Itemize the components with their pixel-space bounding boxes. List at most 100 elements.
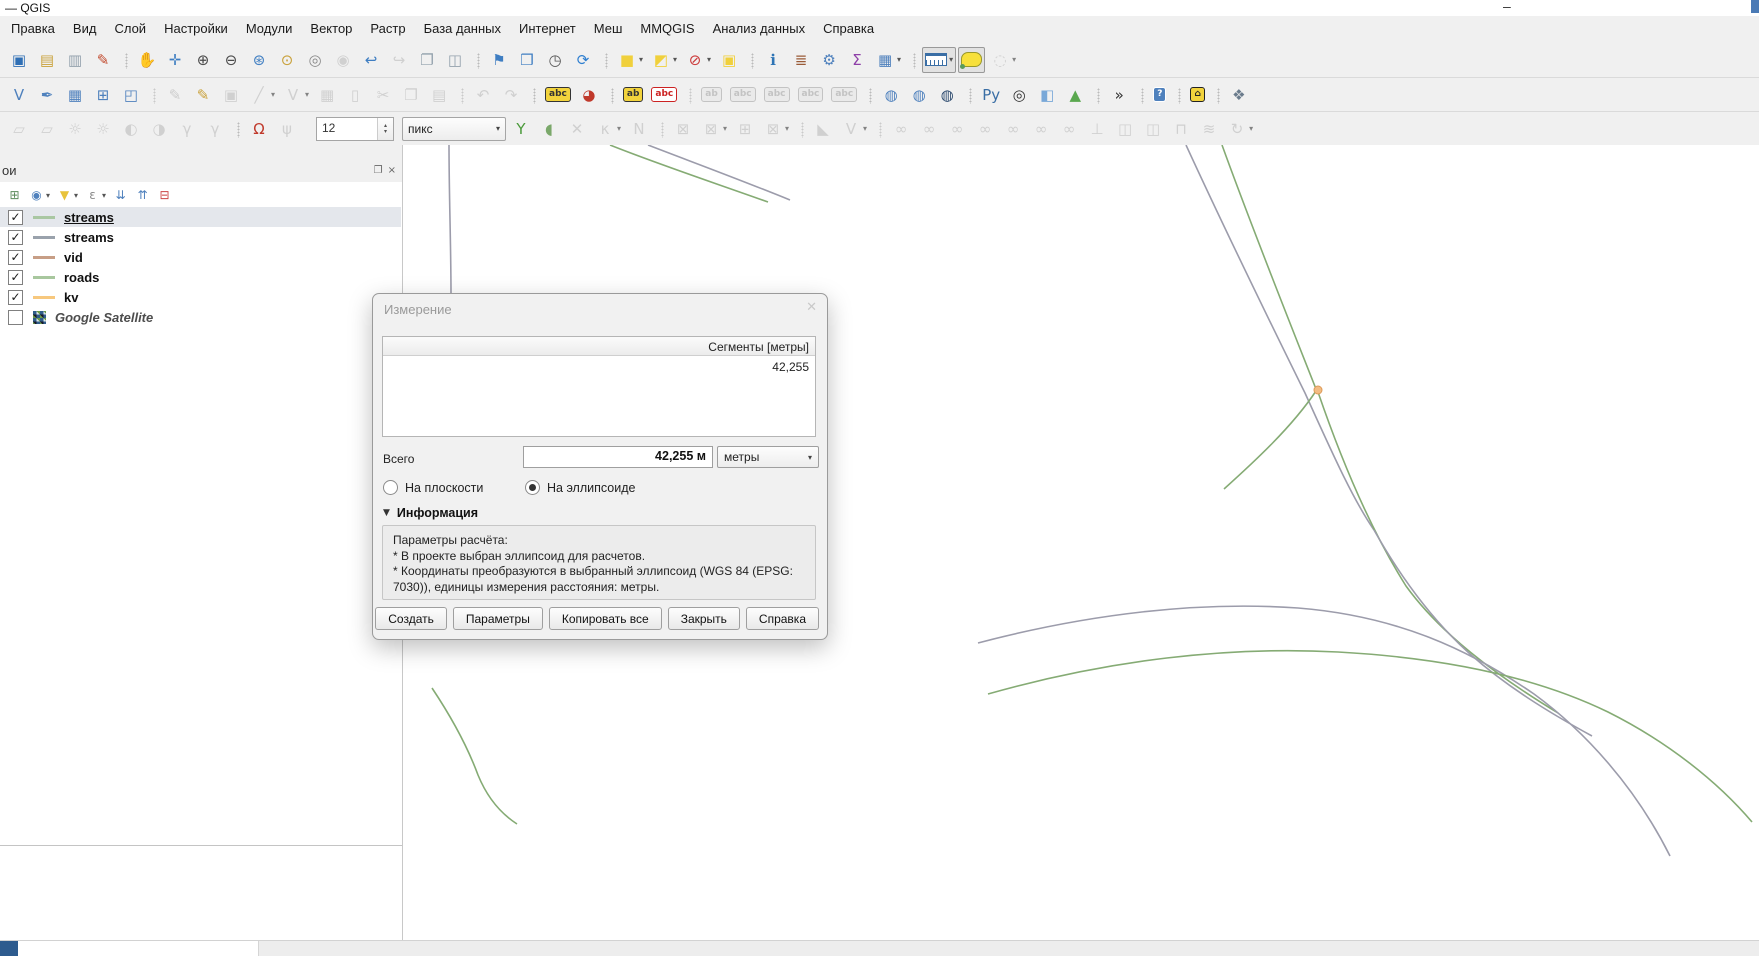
digitize-with-segment-button[interactable]: ╱ ▾ — [246, 82, 278, 108]
style-manager-button[interactable]: ✎ — [90, 47, 116, 73]
blob-tool-7-button[interactable]: ∞ — [1056, 116, 1082, 142]
menu-item[interactable]: Меш — [585, 16, 632, 42]
toolbar-overflow-button[interactable]: » — [1106, 82, 1132, 108]
menu-item[interactable]: Слой — [105, 16, 155, 42]
undo-button[interactable]: ↶ — [470, 82, 496, 108]
layer-item[interactable]: ✓ streams — [0, 207, 401, 227]
dropdown-arrow-icon[interactable]: ▾ — [1249, 124, 1253, 133]
dropdown-arrow-icon[interactable]: ▾ — [723, 124, 727, 133]
locator-search[interactable] — [18, 941, 259, 956]
menu-item[interactable]: Правка — [2, 16, 64, 42]
move-label-button[interactable]: abc — [761, 82, 793, 108]
remove-layer-button[interactable]: ⊟ — [154, 185, 175, 205]
split-tool-button[interactable]: ⊥ — [1084, 116, 1110, 142]
zoom-next-button[interactable]: ↪ — [386, 47, 412, 73]
dropdown-arrow-icon[interactable]: ▾ — [46, 191, 50, 200]
dropdown-arrow-icon[interactable]: ▾ — [785, 124, 789, 133]
map-themes-button[interactable]: ❒ — [514, 47, 540, 73]
measure-line-button[interactable]: ▾ — [922, 47, 956, 73]
node-tool-2-button[interactable]: V ▾ — [838, 116, 870, 142]
checker-3-button[interactable]: ⊞ — [732, 116, 758, 142]
menu-item[interactable]: Интернет — [510, 16, 585, 42]
menu-item[interactable]: Модули — [237, 16, 302, 42]
dropdown-arrow-icon[interactable]: ▾ — [102, 191, 106, 200]
radio-ellipsoidal[interactable]: На эллипсоиде — [525, 480, 635, 495]
new-map-view-button[interactable]: ❐ — [414, 47, 440, 73]
layer-checkbox[interactable] — [8, 310, 23, 325]
enable-snapping-button[interactable]: Ω — [246, 116, 272, 142]
zoom-full-button[interactable]: ⊛ — [246, 47, 272, 73]
select-features-by-value-button[interactable]: ◩ ▾ — [648, 47, 680, 73]
menu-item[interactable]: Справка — [814, 16, 883, 42]
menu-item[interactable]: Растр — [361, 16, 414, 42]
gps-tools-button[interactable]: ◎ — [1006, 82, 1032, 108]
adv-digitizing-3-button[interactable]: ☼ — [62, 116, 88, 142]
snapping-tolerance-spinner[interactable]: 12 ▴▾ — [316, 117, 394, 141]
terrain-shading-button[interactable]: ▲ — [1062, 82, 1088, 108]
search-locator-button[interactable]: ◌ ▾ — [987, 47, 1019, 73]
dropdown-arrow-icon[interactable]: ▾ — [1012, 55, 1016, 64]
layer-item[interactable]: ✓ kv — [0, 287, 401, 307]
show-hide-labels-button[interactable]: abc — [727, 82, 759, 108]
pan-map-button[interactable]: ✋ — [134, 47, 160, 73]
layout-manager-button[interactable]: ▥ — [62, 47, 88, 73]
menu-item[interactable]: Вид — [64, 16, 106, 42]
collapse-all-button[interactable]: ⇈ — [132, 185, 153, 205]
expand-all-button[interactable]: ⇊ — [110, 185, 131, 205]
dropdown-arrow-icon[interactable]: ▾ — [897, 55, 901, 64]
blob-tool-2-button[interactable]: ∞ — [916, 116, 942, 142]
new-print-layout-button[interactable]: ▤ — [34, 47, 60, 73]
layer-diagram-button[interactable]: ◕ — [576, 82, 602, 108]
globe-dark-button[interactable]: ◍ — [934, 82, 960, 108]
configuration-button[interactable]: Параметры — [453, 607, 543, 630]
attribute-table-button[interactable]: ▦ ▾ — [872, 47, 904, 73]
info-collapsible-header[interactable]: ▼ Информация — [383, 506, 478, 520]
dropdown-arrow-icon[interactable]: ▾ — [863, 124, 867, 133]
save-project-button[interactable]: ▣ — [6, 47, 32, 73]
rotate-feature-button[interactable]: ↻ ▾ — [1224, 116, 1256, 142]
filter-legend-button[interactable]: ▼ ▾ — [54, 185, 81, 205]
map-tips-button[interactable] — [958, 47, 985, 73]
checker-2-button[interactable]: ⊠ ▾ — [698, 116, 730, 142]
units-combobox[interactable]: метры ▾ — [717, 446, 819, 468]
adv-tool-k-button[interactable]: κ ▾ — [592, 116, 624, 142]
dropdown-arrow-icon[interactable]: ▾ — [617, 124, 621, 133]
close-panel-icon[interactable]: × — [388, 166, 396, 176]
adv-tool-x-button[interactable]: ✕ — [564, 116, 590, 142]
plugin-area-tool-button[interactable]: ⌂ — [1187, 82, 1207, 108]
checker-1-button[interactable]: ⊠ — [670, 116, 696, 142]
plugin-feather-pen-button[interactable]: ✒ — [34, 82, 60, 108]
adv-digitizing-2-button[interactable]: ▱ — [34, 116, 60, 142]
zoom-last-button[interactable]: ↩ — [358, 47, 384, 73]
vertex-tool-button[interactable]: V ▾ — [280, 82, 312, 108]
layer-item[interactable]: Google Satellite — [0, 307, 401, 327]
processing-toolbox-button[interactable]: ⚙ — [816, 47, 842, 73]
zoom-native-button[interactable]: ◉ — [330, 47, 356, 73]
dropdown-arrow-icon[interactable]: ▾ — [949, 55, 953, 64]
window-control-corner[interactable] — [1751, 0, 1759, 13]
layer-checkbox[interactable]: ✓ — [8, 270, 23, 285]
toggle-editing-button[interactable]: ✎ — [190, 82, 216, 108]
measure-angle-button[interactable]: ◣ — [810, 116, 836, 142]
minimize-button[interactable]: – — [1503, 0, 1511, 14]
create-button[interactable]: Создать — [375, 607, 447, 630]
adv-digitizing-7-button[interactable]: γ — [174, 116, 200, 142]
plugin-vertex-tool-button[interactable]: V — [6, 82, 32, 108]
adv-digitizing-6-button[interactable]: ◑ — [146, 116, 172, 142]
total-value-field[interactable]: 42,255 м — [523, 446, 713, 468]
snapping-on-intersection-button[interactable]: ◖ — [536, 116, 562, 142]
zoom-to-layer-button[interactable]: ⊙ — [274, 47, 300, 73]
blob-tool-1-button[interactable]: ∞ — [888, 116, 914, 142]
modify-attributes-button[interactable]: ▦ — [314, 82, 340, 108]
python-console-button[interactable]: Py — [978, 82, 1004, 108]
pan-to-selection-button[interactable]: ✛ — [162, 47, 188, 73]
adv-digitizing-4-button[interactable]: ☼ — [90, 116, 116, 142]
map-swipe-button[interactable]: ◧ — [1034, 82, 1060, 108]
layer-item[interactable]: ✓ vid — [0, 247, 401, 267]
topological-editing-button[interactable]: Y — [508, 116, 534, 142]
dropdown-arrow-icon[interactable]: ▾ — [639, 55, 643, 64]
blob-tool-6-button[interactable]: ∞ — [1028, 116, 1054, 142]
layer-checkbox[interactable]: ✓ — [8, 230, 23, 245]
redo-button[interactable]: ↷ — [498, 82, 524, 108]
blob-tool-3-button[interactable]: ∞ — [944, 116, 970, 142]
